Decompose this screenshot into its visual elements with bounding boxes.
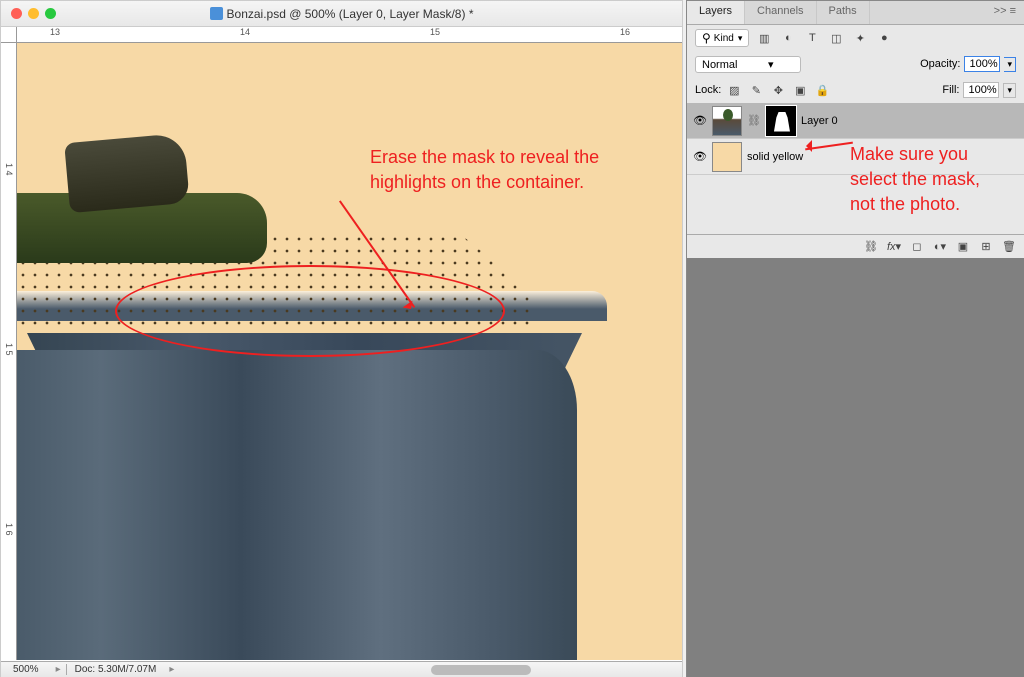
panel-background bbox=[686, 256, 1024, 677]
link-layers-icon[interactable]: ⛓ bbox=[862, 238, 880, 256]
annotation-arrowhead-right bbox=[800, 140, 812, 152]
layer-thumbnail[interactable] bbox=[712, 142, 742, 172]
window-title: Bonzai.psd @ 500% (Layer 0, Layer Mask/8… bbox=[210, 7, 474, 21]
layer-name[interactable]: solid yellow bbox=[747, 151, 803, 163]
link-icon[interactable]: ⛓ bbox=[747, 114, 761, 127]
horizontal-scrollbar[interactable] bbox=[431, 665, 531, 675]
ruler-corner bbox=[1, 27, 17, 43]
opacity-label: Opacity: bbox=[920, 58, 960, 70]
visibility-icon[interactable]: 👁 bbox=[693, 150, 707, 164]
zoom-indicator[interactable]: 500% bbox=[1, 664, 51, 675]
zoom-window-button[interactable] bbox=[45, 8, 56, 19]
filter-type-icon[interactable]: T bbox=[803, 29, 821, 47]
doc-size-indicator[interactable]: Doc: 5.30M/7.07M bbox=[66, 664, 165, 675]
minimize-window-button[interactable] bbox=[28, 8, 39, 19]
new-group-icon[interactable]: ▣ bbox=[954, 238, 972, 256]
opacity-input[interactable]: 100% bbox=[964, 56, 1000, 72]
status-bar: 500% ▸ Doc: 5.30M/7.07M ▸ bbox=[1, 661, 682, 677]
layer-thumbnail[interactable] bbox=[712, 106, 742, 136]
add-adjustment-icon[interactable]: ◐▾ bbox=[931, 238, 949, 256]
trunk bbox=[64, 133, 190, 213]
layer-row-layer0[interactable]: 👁 ⛓ Layer 0 bbox=[687, 103, 1024, 139]
lock-label: Lock: bbox=[695, 84, 721, 96]
fill-label: Fill: bbox=[942, 84, 959, 96]
layer-name[interactable]: Layer 0 bbox=[801, 115, 838, 127]
add-mask-icon[interactable]: ◻ bbox=[908, 238, 926, 256]
channels-tab[interactable]: Channels bbox=[745, 1, 816, 24]
layers-panel-footer: ⛓ fx▾ ◻ ◐▾ ▣ ⊞ 🗑 bbox=[687, 234, 1024, 258]
delete-layer-icon[interactable]: 🗑 bbox=[1000, 238, 1018, 256]
status-chevron-icon[interactable]: ▸ bbox=[164, 664, 179, 675]
filter-shape-icon[interactable]: ◫ bbox=[827, 29, 845, 47]
fill-dropdown-icon[interactable]: ▾ bbox=[1003, 83, 1016, 98]
lock-paint-icon[interactable]: ✎ bbox=[747, 81, 765, 99]
filter-smart-icon[interactable]: ✦ bbox=[851, 29, 869, 47]
status-chevron-icon[interactable]: ▸ bbox=[51, 664, 66, 675]
blend-mode-row: Normal ▾ Opacity: 100% ▾ bbox=[687, 51, 1024, 77]
annotation-ellipse bbox=[115, 265, 505, 357]
blend-mode-select[interactable]: Normal ▾ bbox=[695, 56, 801, 73]
collapse-panel-button[interactable]: >> ≡ bbox=[986, 1, 1024, 24]
layers-tab[interactable]: Layers bbox=[687, 1, 745, 24]
paths-tab[interactable]: Paths bbox=[817, 1, 870, 24]
layer-mask-thumbnail[interactable] bbox=[766, 106, 796, 136]
lock-artboard-icon[interactable]: ▣ bbox=[791, 81, 809, 99]
visibility-icon[interactable]: 👁 bbox=[693, 114, 707, 128]
layer-filter-row: ⚲ Kind ▥ ◐ T ◫ ✦ ● bbox=[687, 25, 1024, 51]
filter-adjustment-icon[interactable]: ◐ bbox=[779, 29, 797, 47]
filter-pixel-icon[interactable]: ▥ bbox=[755, 29, 773, 47]
vertical-ruler[interactable]: 1 4 1 5 1 6 bbox=[1, 43, 17, 660]
fill-input[interactable]: 100% bbox=[963, 82, 999, 98]
filter-toggle-icon[interactable]: ● bbox=[875, 29, 893, 47]
layers-panel: Layers Channels Paths >> ≡ ⚲ Kind ▥ ◐ T … bbox=[686, 0, 1024, 258]
annotation-right: Make sure you select the mask, not the p… bbox=[850, 142, 1010, 218]
window-title-text: Bonzai.psd @ 500% (Layer 0, Layer Mask/8… bbox=[227, 7, 474, 21]
horizontal-ruler[interactable]: 13 14 15 16 bbox=[17, 27, 682, 43]
lock-position-icon[interactable]: ✥ bbox=[769, 81, 787, 99]
opacity-dropdown-icon[interactable]: ▾ bbox=[1004, 57, 1016, 72]
title-bar: Bonzai.psd @ 500% (Layer 0, Layer Mask/8… bbox=[1, 1, 682, 27]
document-icon bbox=[210, 7, 223, 20]
pot-body bbox=[17, 350, 577, 660]
new-layer-icon[interactable]: ⊞ bbox=[977, 238, 995, 256]
lock-transparency-icon[interactable]: ▨ bbox=[725, 81, 743, 99]
annotation-left: Erase the mask to reveal the highlights … bbox=[370, 145, 630, 195]
close-window-button[interactable] bbox=[11, 8, 22, 19]
layer-effects-icon[interactable]: fx▾ bbox=[885, 238, 903, 256]
lock-all-icon[interactable]: 🔒 bbox=[813, 81, 831, 99]
filter-kind-select[interactable]: ⚲ Kind bbox=[695, 29, 749, 47]
lock-row: Lock: ▨ ✎ ✥ ▣ 🔒 Fill: 100% ▾ bbox=[687, 77, 1024, 103]
